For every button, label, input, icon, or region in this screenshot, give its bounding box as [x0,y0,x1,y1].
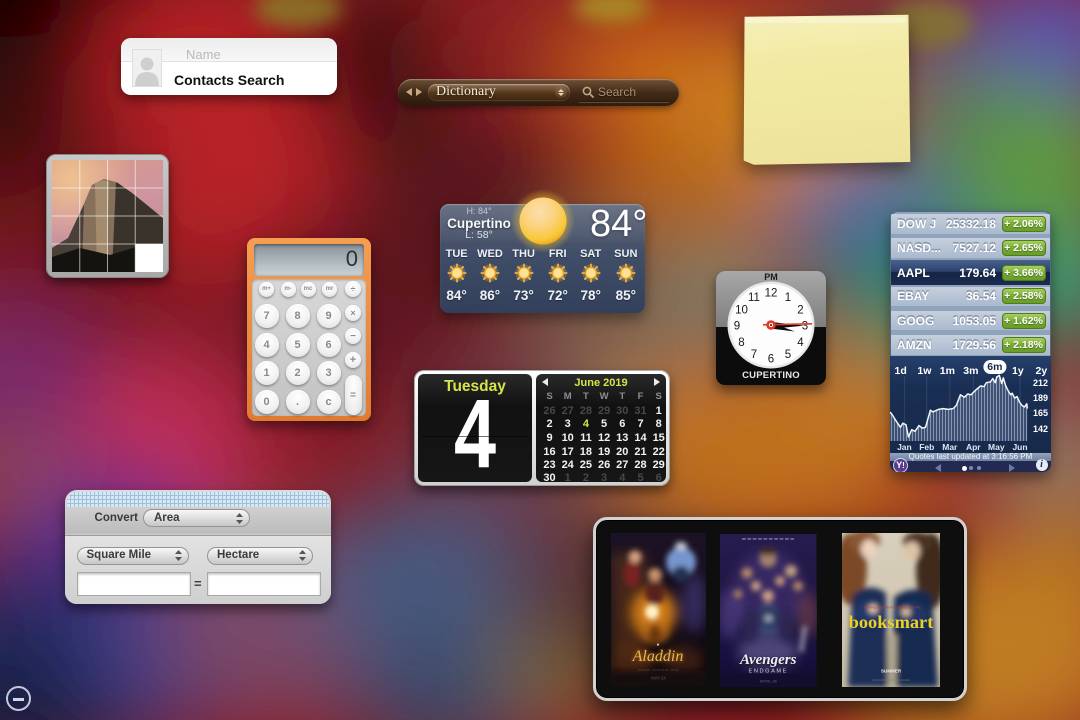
svg-text:10: 10 [735,305,748,317]
svg-text:12: 12 [765,288,778,300]
svg-text:9: 9 [734,321,740,333]
svg-text:3: 3 [802,321,808,333]
svg-text:7: 7 [751,349,757,361]
svg-text:1: 1 [785,292,791,304]
svg-text:6: 6 [768,354,774,366]
svg-text:4: 4 [797,337,804,349]
svg-text:8: 8 [738,337,744,349]
svg-text:5: 5 [785,349,791,361]
svg-text:2: 2 [797,305,803,317]
svg-text:11: 11 [748,292,760,304]
